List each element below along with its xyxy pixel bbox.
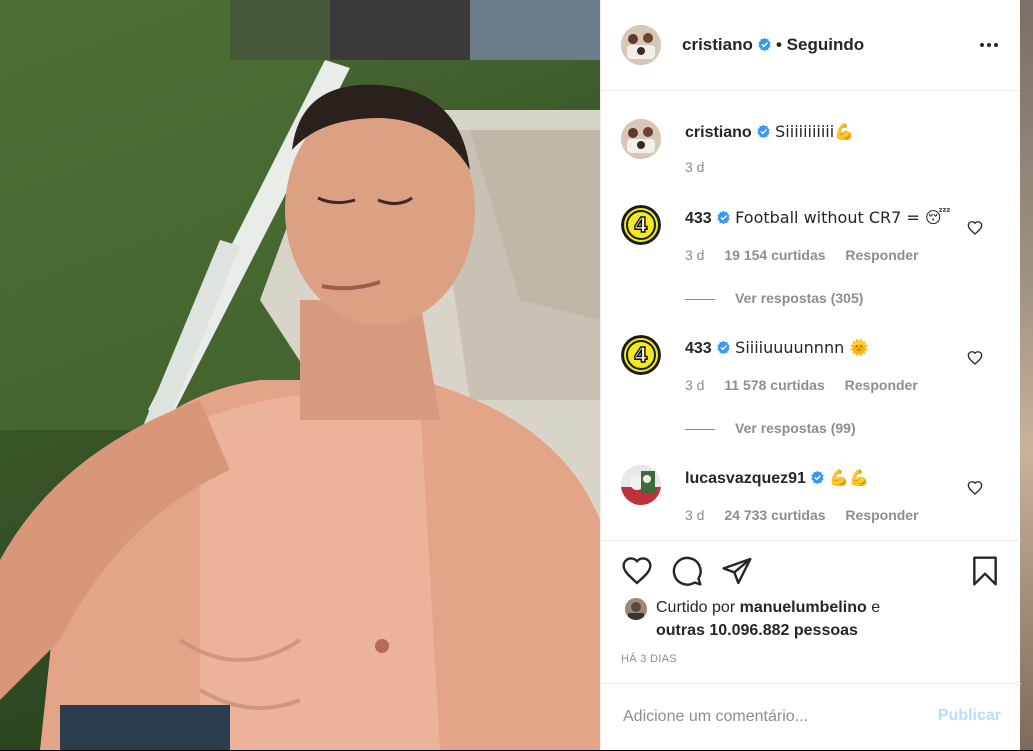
author-avatar[interactable]: [621, 25, 661, 65]
comment-text: 433 Siiiiuuuunnnn 🌞: [685, 337, 965, 360]
comment-time: 3 d: [685, 377, 705, 393]
view-replies-label: Ver respostas (305): [735, 290, 864, 306]
reply-button[interactable]: Responder: [845, 247, 918, 263]
liker-avatar[interactable]: [625, 598, 647, 620]
comment-body: 💪💪: [829, 468, 870, 487]
reply-button[interactable]: Responder: [845, 377, 918, 393]
caption-text: cristiano Siiiiiiiiiii💪: [685, 121, 965, 144]
verified-badge-icon: [757, 124, 770, 139]
post-side-panel: cristiano • Seguindo cristiano Siiiiiiii…: [600, 0, 1021, 751]
comment-likes-count[interactable]: 11 578 curtidas: [724, 377, 824, 393]
replies-divider-line: [685, 298, 715, 300]
post-header: cristiano • Seguindo: [601, 0, 1020, 91]
comment-text: 433 Football without CR7 = 😴: [685, 207, 965, 230]
post-photo-illustration: [0, 0, 600, 750]
brand-433-logo: 4: [626, 340, 656, 370]
replies-divider-line: [685, 428, 715, 430]
background-edge: [1020, 0, 1033, 750]
verified-badge-icon: [811, 470, 824, 485]
post-photo[interactable]: [0, 0, 600, 750]
comment-body: Football without CR7 = 😴: [735, 208, 951, 227]
post-actions-bar: [601, 540, 1021, 601]
verified-badge-icon: [758, 37, 771, 52]
bookmark-icon[interactable]: [969, 555, 1001, 587]
comment-username[interactable]: 433: [685, 340, 712, 357]
paper-plane-icon[interactable]: [721, 555, 753, 587]
comment-avatar[interactable]: 4: [621, 205, 661, 245]
comments-list[interactable]: cristiano Siiiiiiiiiii💪 3 d 4 433 Footba…: [601, 91, 1021, 539]
verified-badge-icon: [717, 340, 730, 355]
comment-meta: 3 d 24 733 curtidas Responder: [685, 507, 935, 523]
add-comment-bar: Publicar: [601, 683, 1021, 751]
comment-input[interactable]: [621, 707, 915, 727]
comment-username[interactable]: 433: [685, 210, 712, 227]
follow-status-button[interactable]: • Seguindo: [776, 35, 864, 55]
view-replies-button[interactable]: Ver respostas (305): [685, 290, 863, 306]
liked-by-prefix: Curtido por: [656, 599, 736, 616]
comment-likes-count[interactable]: 24 733 curtidas: [724, 507, 825, 523]
post-timestamp[interactable]: HÁ 3 DIAS: [621, 653, 677, 665]
comment-username[interactable]: lucasvazquez91: [685, 470, 806, 487]
comment-avatar[interactable]: 4: [621, 335, 661, 375]
caption-avatar[interactable]: [621, 119, 661, 159]
liker-username[interactable]: manuelumbelino: [740, 599, 867, 616]
view-replies-button[interactable]: Ver respostas (99): [685, 420, 856, 436]
brand-433-logo: 4: [626, 210, 656, 240]
comment-text: lucasvazquez91 💪💪: [685, 467, 965, 490]
heart-icon[interactable]: [967, 220, 983, 236]
comment-time: 3 d: [685, 247, 705, 263]
comment-meta: 3 d 11 578 curtidas Responder: [685, 377, 934, 393]
heart-icon[interactable]: [967, 480, 983, 496]
caption-body: Siiiiiiiiiii💪: [775, 122, 855, 141]
comment-likes-count[interactable]: 19 154 curtidas: [724, 247, 825, 263]
caption-username[interactable]: cristiano: [685, 124, 752, 141]
view-replies-label: Ver respostas (99): [735, 420, 856, 436]
liked-by-text: Curtido por manuelumbelino e outras 10.0…: [656, 596, 1016, 642]
comment-avatar[interactable]: [621, 465, 661, 505]
reply-button[interactable]: Responder: [845, 507, 918, 523]
comment-bubble-icon[interactable]: [671, 555, 703, 587]
heart-icon[interactable]: [967, 350, 983, 366]
liked-by-connector: e: [871, 599, 881, 616]
caption-time: 3 d: [685, 159, 705, 175]
more-options-icon[interactable]: [978, 35, 1000, 55]
heart-icon[interactable]: [621, 555, 653, 587]
caption-meta: 3 d: [685, 159, 720, 175]
likes-count-button[interactable]: outras 10.096.882 pessoas: [656, 622, 858, 639]
comment-meta: 3 d 19 154 curtidas Responder: [685, 247, 935, 263]
comment-time: 3 d: [685, 507, 705, 523]
verified-badge-icon: [717, 210, 730, 225]
author-username[interactable]: cristiano: [682, 35, 772, 55]
publish-button[interactable]: Publicar: [938, 707, 1001, 725]
comment-body: Siiiiuuuunnnn 🌞: [735, 338, 870, 357]
